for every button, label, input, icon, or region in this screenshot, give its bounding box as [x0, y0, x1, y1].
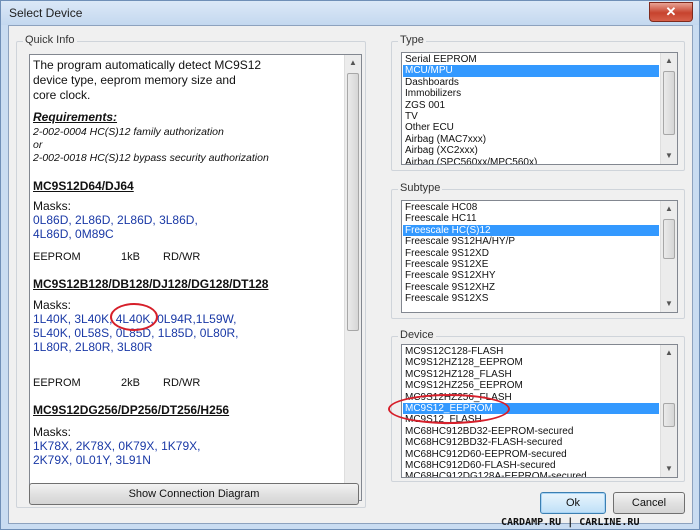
scroll-down-icon[interactable]: ▼ [661, 148, 677, 164]
type-label: Type [398, 34, 426, 46]
close-button[interactable]: ✕ [649, 2, 693, 22]
quick-info-content: The program automatically detect MC9S12 … [30, 55, 344, 500]
intro-line-1: The program automatically detect MC9S12 [33, 58, 262, 72]
device-list-item[interactable]: MC9S12HZ128_EEPROM [403, 357, 659, 368]
masks-line: 2K79X, 0L01Y, 3L91N [33, 453, 151, 467]
type-list-item[interactable]: Immobilizers [403, 88, 659, 99]
select-device-window: Select Device ✕ Quick Info The program a… [0, 0, 700, 530]
subtype-list-item[interactable]: Freescale 9S12XHY [403, 270, 659, 281]
requirements-heading: Requirements: [33, 110, 118, 124]
quick-info-text[interactable]: The program automatically detect MC9S12 … [29, 54, 362, 501]
type-listbox[interactable]: Serial EEPROM MCU/MPU Dashboards Immobilize… [401, 52, 678, 165]
masks-line: 1K78X, 2K78X, 0K79X, 1K79X, [33, 439, 201, 453]
device-list-item[interactable]: MC9S12HZ128_FLASH [403, 369, 659, 380]
scroll-up-icon[interactable]: ▲ [345, 55, 361, 71]
title-bar[interactable]: Select Device ✕ [1, 1, 699, 25]
masks-label: Masks: [33, 298, 72, 312]
subtype-list-item[interactable]: Freescale 9S12XE [403, 259, 659, 270]
type-list-item[interactable]: Other ECU [403, 122, 659, 133]
device-scrollbar[interactable]: ▲ ▼ [660, 345, 677, 477]
masks-line: 4L86D, 0M89C [33, 227, 114, 241]
eeprom-label: EEPROM [33, 251, 81, 263]
eeprom-access: RD/WR [163, 251, 201, 263]
device-list-item[interactable]: MC9S12HZ256_EEPROM [403, 380, 659, 391]
masks-line: 0L86D, 2L86D, 2L86D, 3L86D, [33, 213, 198, 227]
scroll-thumb[interactable] [663, 71, 675, 135]
subtype-label: Subtype [398, 182, 443, 194]
dialog-client-area: Quick Info The program automatically det… [8, 25, 693, 524]
quick-info-label: Quick Info [23, 34, 77, 46]
subtype-items: Freescale HC08 Freescale HC11 Freescale HC… [403, 202, 659, 305]
subtype-list-item[interactable]: Freescale 9S12XS [403, 293, 659, 304]
requirement-2: 2-002-0018 HC(S)12 bypass security autho… [33, 152, 269, 164]
requirement-or: or [33, 139, 43, 151]
intro-line-3: core clock. [33, 88, 91, 102]
type-list-item[interactable]: TV [403, 111, 659, 122]
scroll-up-icon[interactable]: ▲ [661, 201, 677, 217]
eeprom-access: RD/WR [163, 377, 201, 389]
eeprom-size: 2kB [121, 377, 140, 389]
scroll-up-icon[interactable]: ▲ [661, 345, 677, 361]
close-icon: ✕ [665, 4, 677, 19]
device-list-item[interactable]: MC68HC912DG128A-EEPROM-secured [403, 471, 659, 477]
subtype-list-item[interactable]: Freescale HC(S)12 [403, 224, 659, 237]
device-list-item[interactable]: MC9S12C128-FLASH [403, 346, 659, 357]
masks-label: Masks: [33, 425, 72, 439]
subtype-list-item[interactable]: Freescale 9S12XHZ [403, 282, 659, 293]
intro-line-2: device type, eeprom memory size and [33, 73, 236, 87]
type-list-item[interactable]: ZGS 001 [403, 100, 659, 111]
scroll-thumb[interactable] [663, 403, 675, 427]
device-listbox[interactable]: MC9S12C128-FLASH MC9S12HZ128_EEPROM MC9S12… [401, 344, 678, 478]
type-list-item[interactable]: MCU/MPU [403, 65, 659, 77]
scroll-thumb[interactable] [663, 219, 675, 259]
section-heading: MC9S12DG256/DP256/DT256/H256 [33, 403, 230, 417]
subtype-listbox[interactable]: Freescale HC08 Freescale HC11 Freescale HC… [401, 200, 678, 313]
subtype-list-item[interactable]: Freescale 9S12HA/HY/P [403, 236, 659, 247]
device-list-item[interactable]: MC68HC912D60-EEPROM-secured [403, 449, 659, 460]
ok-button[interactable]: Ok [540, 492, 606, 514]
device-list-item[interactable]: MC68HC912D60-FLASH-secured [403, 460, 659, 471]
type-list-item[interactable]: Airbag (MAC7xxx) [403, 134, 659, 145]
subtype-list-item[interactable]: Freescale 9S12XD [403, 248, 659, 259]
quick-info-scrollbar[interactable]: ▲ ▼ [344, 55, 361, 500]
watermark: CARDAMP.RU | CARLINE.RU [501, 517, 640, 528]
device-list-item[interactable]: MC68HC912BD32-FLASH-secured [403, 437, 659, 448]
masks-label: Masks: [33, 199, 72, 213]
masks-line: 5L40K, 0L58S, 0L85D, 1L85D, 0L80R, [33, 326, 239, 340]
device-list-item[interactable]: MC9S12HZ256_FLASH [403, 392, 659, 403]
device-label: Device [398, 329, 436, 341]
device-list-item[interactable]: MC9S12_EEPROM [403, 402, 659, 415]
window-title: Select Device [9, 6, 83, 20]
type-items: Serial EEPROM MCU/MPU Dashboards Immobilize… [403, 54, 659, 164]
masks-line: 1L80R, 2L80R, 3L80R [33, 340, 153, 354]
eeprom-size: 1kB [121, 251, 140, 263]
eeprom-label: EEPROM [33, 377, 81, 389]
scroll-down-icon[interactable]: ▼ [661, 296, 677, 312]
device-items: MC9S12C128-FLASH MC9S12HZ128_EEPROM MC9S12… [403, 346, 659, 477]
type-list-item[interactable]: Airbag (XC2xxx) [403, 145, 659, 156]
section-heading: MC9S12B128/DB128/DJ128/DG128/DT128 [33, 277, 269, 291]
scroll-up-icon[interactable]: ▲ [661, 53, 677, 69]
subtype-list-item[interactable]: Freescale HC08 [403, 202, 659, 213]
section-heading: MC9S12D64/DJ64 [33, 179, 134, 193]
device-list-item[interactable]: MC68HC912BD32-EEPROM-secured [403, 426, 659, 437]
type-list-item[interactable]: Serial EEPROM [403, 54, 659, 65]
device-list-item[interactable]: MC9S12_FLASH [403, 414, 659, 425]
show-connection-diagram-button[interactable]: Show Connection Diagram [29, 483, 359, 505]
type-list-item[interactable]: Airbag (SPC560xx/MPC560x) [403, 157, 659, 164]
type-list-item[interactable]: Dashboards [403, 77, 659, 88]
scroll-down-icon[interactable]: ▼ [661, 461, 677, 477]
subtype-list-item[interactable]: Freescale HC11 [403, 213, 659, 224]
masks-line: 1L40K, 3L40K, 4L40K, 0L94R,1L59W, [33, 312, 237, 326]
requirement-1: 2-002-0004 HC(S)12 family authorization [33, 126, 224, 138]
type-scrollbar[interactable]: ▲ ▼ [660, 53, 677, 164]
subtype-scrollbar[interactable]: ▲ ▼ [660, 201, 677, 312]
cancel-button[interactable]: Cancel [613, 492, 685, 514]
scroll-thumb[interactable] [347, 73, 359, 331]
